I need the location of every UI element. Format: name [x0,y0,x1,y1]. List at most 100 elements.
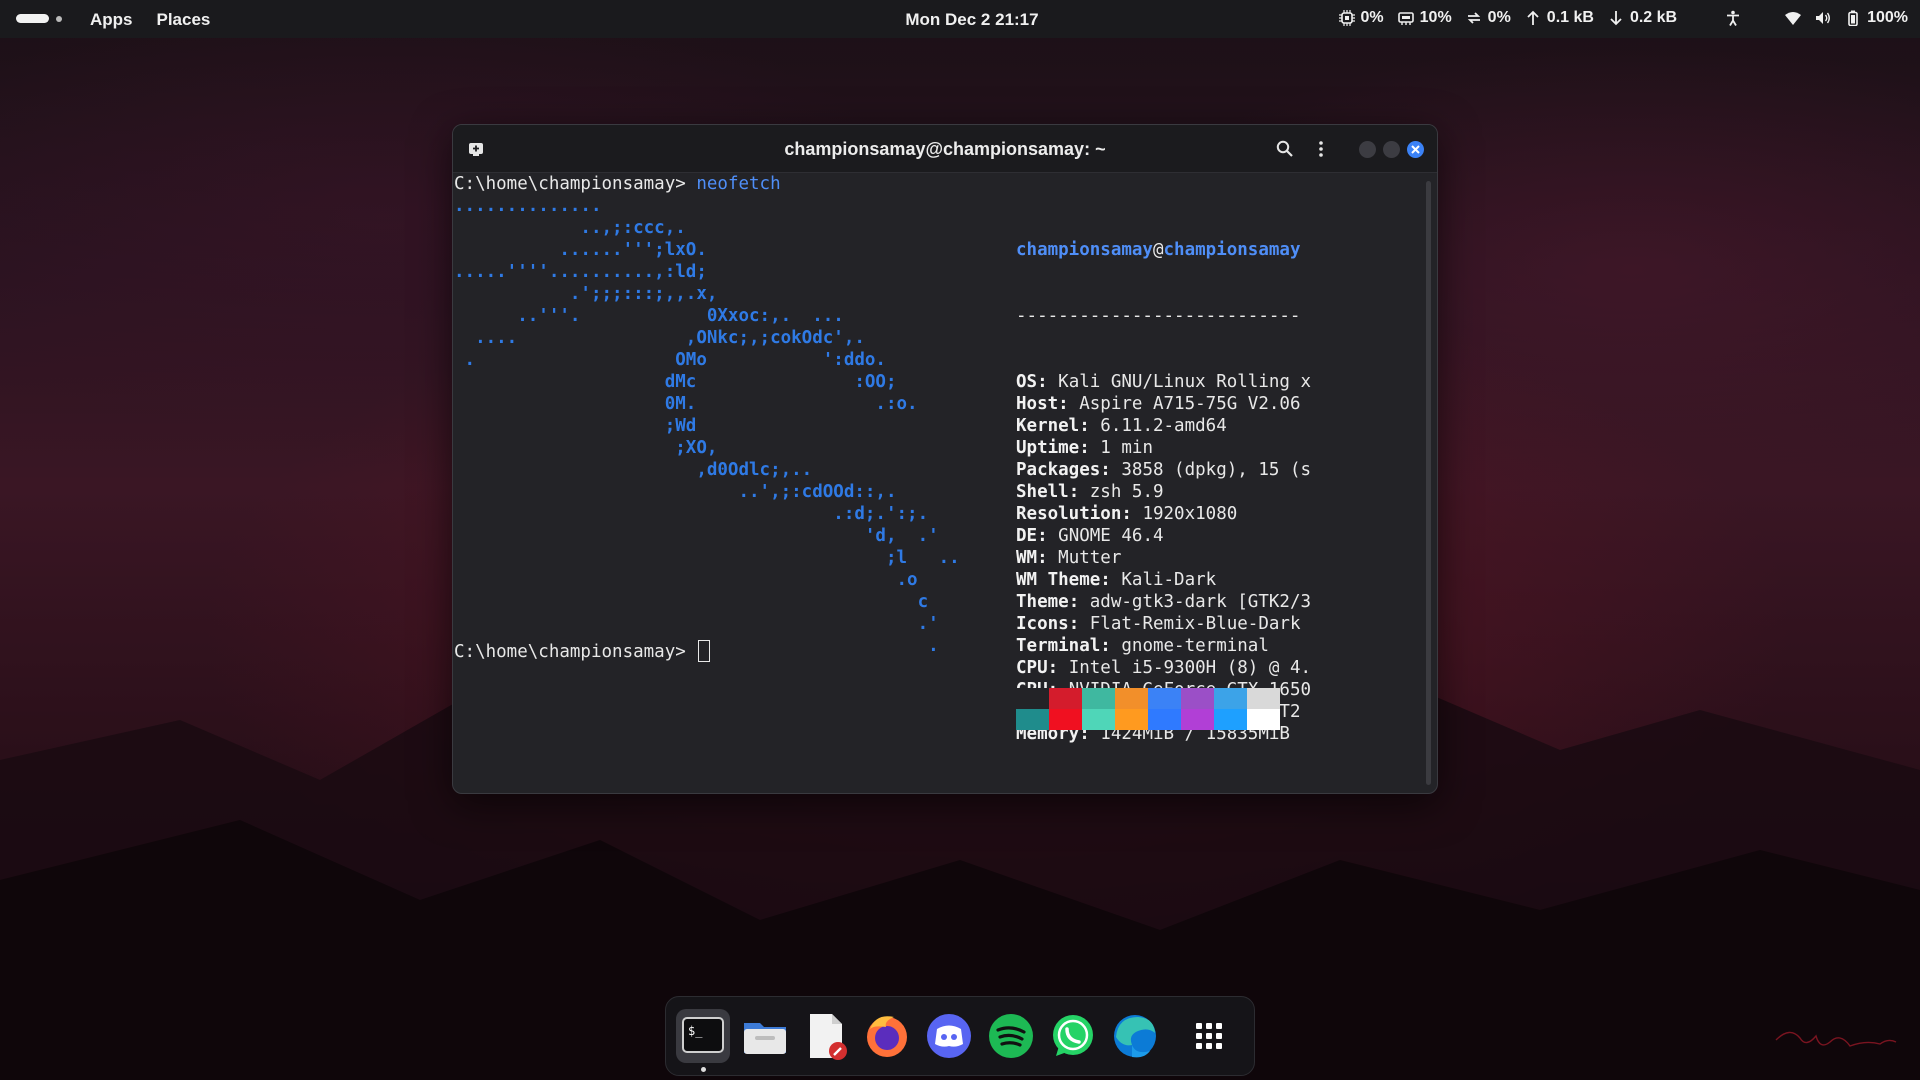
workspace-indicator [56,16,62,22]
scrollbar[interactable] [1426,181,1431,785]
upload-indicator[interactable]: 0.1 kB [1525,9,1594,27]
info-row: WM Theme: Kali-Dark [1016,570,1217,590]
info-value: Intel i5-9300H (8) @ 4. [1068,658,1312,678]
ascii-art-line: ;l .. [454,548,960,568]
download-value: 0.2 kB [1629,9,1678,26]
info-row: Kernel: 6.11.2-amd64 [1016,416,1227,436]
dock-spotify[interactable] [984,1009,1038,1063]
ascii-art-line: .';;;:::;,,.x, [454,284,718,304]
accessibility-button[interactable] [1725,10,1741,26]
info-key: Theme [1016,592,1069,612]
info-value: gnome-terminal [1121,636,1269,656]
hostname: championsamay [1163,240,1301,260]
dock-text-editor[interactable] [798,1009,852,1063]
ascii-art-line: .o [454,570,918,590]
accessibility-icon [1725,10,1741,26]
info-value: Mutter [1058,548,1122,568]
at-symbol: @ [1152,240,1164,260]
volume-icon [1815,10,1831,26]
ascii-art-line: .:d;.':;. [454,504,929,524]
info-key: WM Theme [1016,570,1101,590]
workspace-indicator-active [16,14,49,23]
memory-icon [1397,10,1414,26]
minimize-button[interactable] [1359,141,1376,158]
swap-indicator[interactable]: 0% [1466,9,1511,27]
activities-button[interactable] [16,14,64,24]
color-swatch [1148,709,1181,730]
svg-text:$_: $_ [688,1024,703,1038]
discord-icon [922,1009,976,1063]
ascii-art-line: .... ,ONkc;,;cokOdc',. [454,328,865,348]
ascii-art-line: .....''''..........,:ld; [454,262,707,282]
maximize-button[interactable] [1383,141,1400,158]
ascii-art-line: ..'''. 0Xxoc:,. ... [454,306,844,326]
close-button[interactable] [1407,141,1424,158]
running-indicator [701,1067,706,1072]
download-indicator[interactable]: 0.2 kB [1608,9,1677,27]
text-editor-icon [798,1009,852,1063]
info-value: 6.11.2-amd64 [1100,416,1227,436]
memory-value: 10% [1419,9,1452,26]
info-row: Resolution: 1920x1080 [1016,504,1238,524]
dock-terminal[interactable]: $_ [676,1009,730,1072]
edge-icon [1108,1009,1162,1063]
dock-files[interactable] [738,1009,792,1063]
ascii-art-line: dMc :OO; [454,372,897,392]
ascii-art-line: ;Wd [454,416,697,436]
info-value: 1 min [1100,438,1153,458]
menu-kebab-icon[interactable] [1311,139,1331,159]
color-swatch [1247,709,1280,730]
info-row: WM: Mutter [1016,548,1122,568]
dock-app-grid[interactable] [1182,1009,1236,1063]
dock-whatsapp[interactable] [1046,1009,1100,1063]
terminal-output[interactable]: C:\home\championsamay> neofetch ........… [454,173,1420,793]
search-icon[interactable] [1275,139,1295,159]
places-menu[interactable]: Places [157,10,211,30]
color-swatch [1181,709,1214,730]
terminal-header-bar[interactable]: championsamay@championsamay: ~ [453,125,1437,173]
cpu-indicator[interactable]: 0% [1338,9,1384,27]
color-swatch [1016,709,1049,730]
top-bar: Apps Places Mon Dec 2 21:17 0% 10% 0% 0.… [0,0,1920,38]
info-key: CPU [1016,658,1048,678]
upload-value: 0.1 kB [1546,9,1594,26]
info-row: Host: Aspire A715-75G V2.06 [1016,394,1301,414]
cpu-value: 0% [1360,9,1384,26]
dock-discord[interactable] [922,1009,976,1063]
dock-firefox[interactable] [860,1009,914,1063]
memory-indicator[interactable]: 10% [1397,9,1452,27]
info-key: Packages [1016,460,1101,480]
dock: $_ [665,996,1255,1076]
volume-indicator[interactable] [1815,10,1831,26]
info-key: Icons [1016,614,1069,634]
color-swatch [1082,688,1115,709]
firefox-icon [860,1009,914,1063]
ascii-art-line: ..,;:ccc,. [454,218,686,238]
ascii-art-line: .' [454,614,939,634]
wifi-indicator[interactable] [1785,10,1802,26]
color-swatch [1115,688,1148,709]
info-value: Flat-Remix-Blue-Dark [1089,614,1301,634]
ascii-art-line: ..',;:cdOOd::,. [454,482,897,502]
info-value: 3858 (dpkg), 15 (s [1121,460,1312,480]
battery-indicator[interactable]: 100% [1845,9,1908,27]
wifi-icon [1785,10,1802,26]
info-value: Kali GNU/Linux Rolling x [1058,372,1312,392]
battery-icon [1845,10,1861,26]
apps-menu[interactable]: Apps [90,10,133,30]
color-swatch [1115,709,1148,730]
clock[interactable]: Mon Dec 2 21:17 [892,10,1052,30]
dock-edge[interactable] [1108,1009,1162,1063]
info-row: DE: GNOME 46.4 [1016,526,1164,546]
info-key: Shell [1016,482,1069,502]
ascii-logo: .............. ..,;:ccc,. ......''';lxO.… [454,195,960,657]
swap-value: 0% [1487,9,1511,26]
user-host-line: championsamay@championsamay [1016,239,1311,261]
prompt-line[interactable]: C:\home\championsamay> [454,640,711,663]
ascii-art-line: ,d0Odlc;,.. [454,460,813,480]
color-swatch [1049,688,1082,709]
info-key: Terminal [1016,636,1101,656]
text-cursor [698,640,711,662]
terminal-window[interactable]: championsamay@championsamay: ~ C:\home\c… [452,124,1438,794]
info-row: OS: Kali GNU/Linux Rolling x [1016,372,1312,392]
